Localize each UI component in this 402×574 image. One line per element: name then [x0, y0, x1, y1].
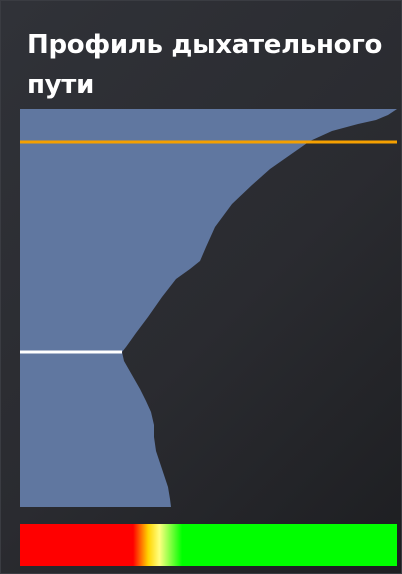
- airway-profile-svg: [20, 109, 397, 507]
- airway-profile-chart: [20, 109, 397, 507]
- color-scale-bar: [20, 524, 397, 566]
- panel-title: Профиль дыхательного пути: [27, 30, 383, 100]
- airway-profile-panel: Профиль дыхательного пути: [0, 0, 402, 574]
- airway-profile-area: [20, 109, 397, 507]
